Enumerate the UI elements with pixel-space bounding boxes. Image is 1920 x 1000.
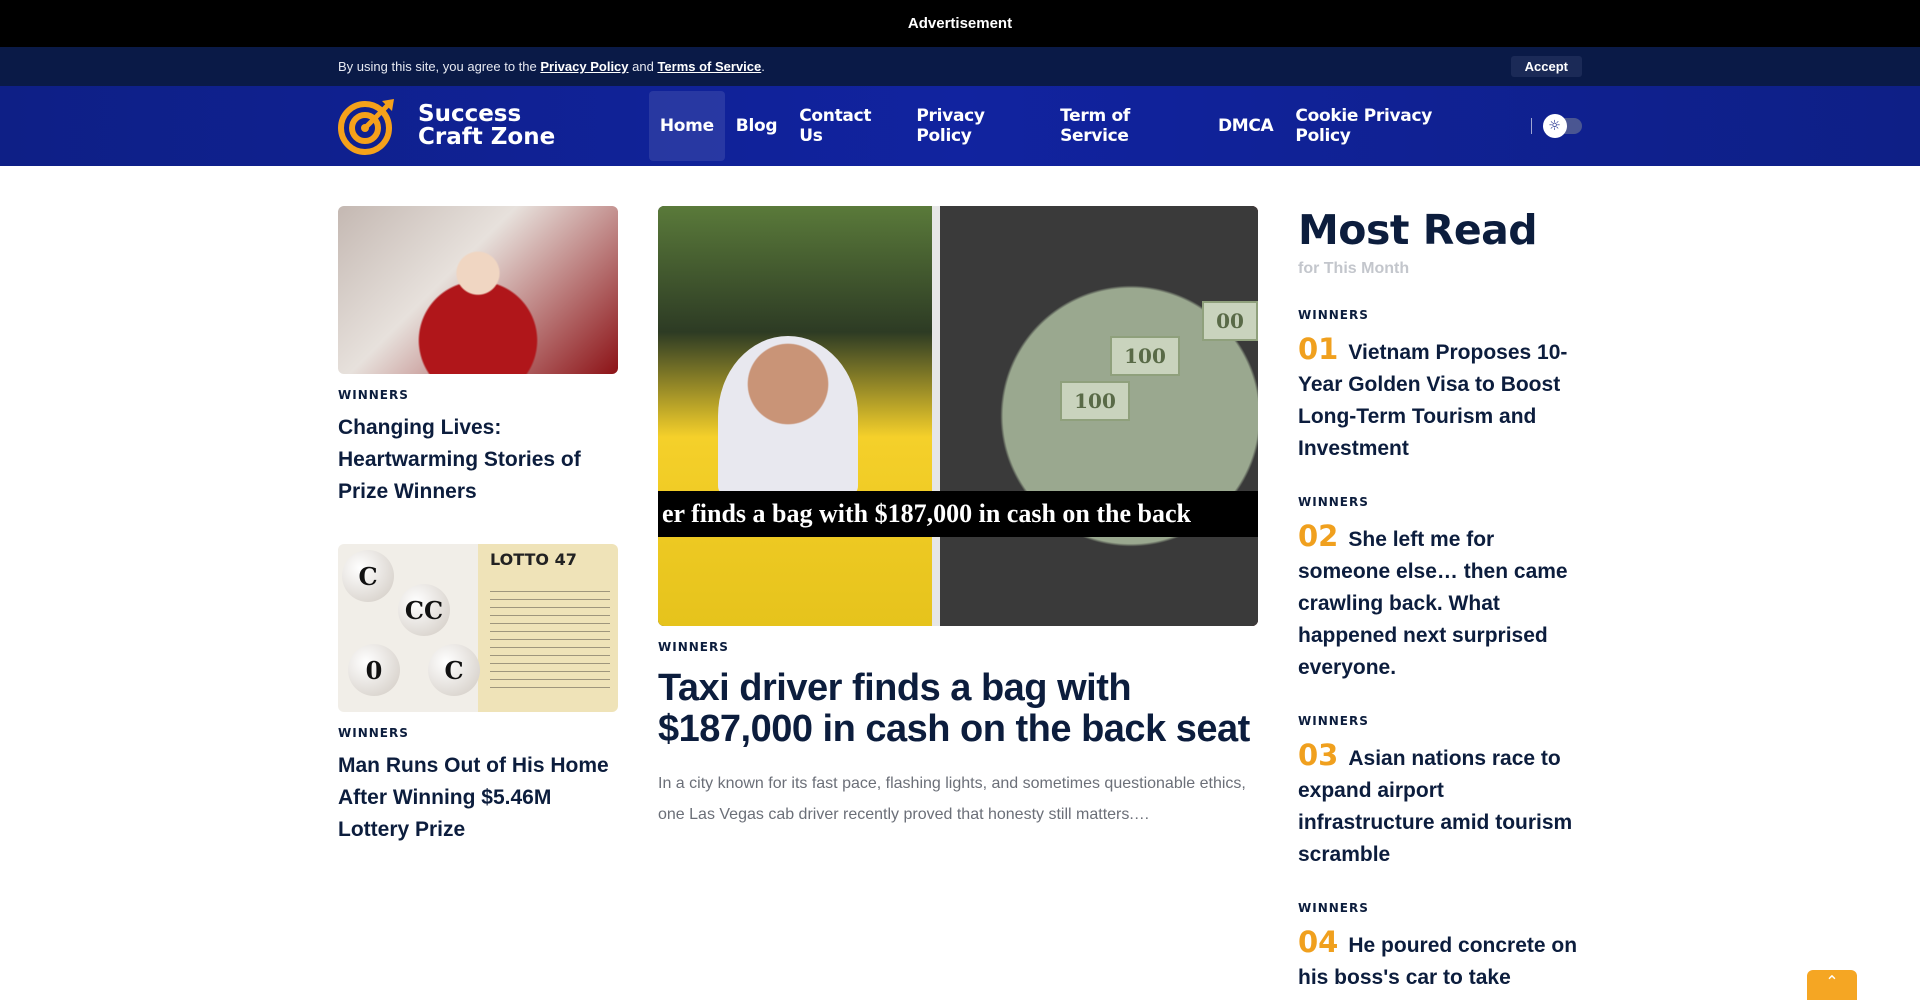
most-read-headline[interactable]: She left me for someone else… then came … bbox=[1298, 528, 1568, 679]
category-label[interactable]: WINNERS bbox=[1298, 308, 1582, 322]
lottery-ball: 0 bbox=[348, 644, 400, 696]
nav-item-blog[interactable]: Blog bbox=[725, 91, 788, 161]
nav-item-contact-us[interactable]: Contact Us bbox=[788, 91, 905, 161]
main-nav: Home Blog Contact Us Privacy Policy Term… bbox=[648, 91, 1493, 161]
most-read-title: Most Read bbox=[1298, 206, 1538, 254]
nav-divider bbox=[1530, 118, 1532, 134]
most-read-title-link[interactable]: 04 He poured concrete on his boss's car t… bbox=[1298, 925, 1582, 994]
advertisement-label: Advertisement bbox=[907, 15, 1013, 32]
featured-title[interactable]: Taxi driver finds a bag with $187,000 in… bbox=[658, 668, 1258, 750]
rank-number: 02 bbox=[1298, 519, 1339, 553]
article-card[interactable]: C CC 0 C LOTTO 47 WINNERS Man Runs Out o… bbox=[338, 544, 618, 846]
most-read-item[interactable]: WINNERS 03 Asian nations race to expand a… bbox=[1298, 714, 1582, 871]
image-divider bbox=[932, 206, 940, 626]
article-thumbnail[interactable]: C CC 0 C LOTTO 47 bbox=[338, 544, 618, 712]
lottery-ball: C bbox=[342, 550, 394, 602]
nav-item-term-of-service[interactable]: Term of Service bbox=[1049, 91, 1207, 161]
consent-text: By using this site, you agree to the Pri… bbox=[338, 59, 765, 74]
left-column: WINNERS Changing Lives: Heartwarming Sto… bbox=[338, 206, 618, 994]
category-label[interactable]: WINNERS bbox=[1298, 714, 1582, 728]
featured-image[interactable]: 100 100 00 er finds a bag with $187,000 … bbox=[658, 206, 1258, 626]
scroll-to-top-button[interactable]: ⌃ bbox=[1807, 970, 1857, 1000]
sun-icon: ☼ bbox=[1542, 114, 1567, 138]
category-label[interactable]: WINNERS bbox=[1298, 495, 1582, 509]
most-read-item[interactable]: WINNERS 02 She left me for someone else… … bbox=[1298, 495, 1582, 684]
category-label[interactable]: WINNERS bbox=[658, 640, 1258, 654]
chevron-up-icon: ⌃ bbox=[1825, 972, 1839, 991]
banknote: 00 bbox=[1202, 301, 1258, 341]
lottery-ball: CC bbox=[398, 584, 450, 636]
main-content: WINNERS Changing Lives: Heartwarming Sto… bbox=[338, 206, 1582, 994]
rank-number: 03 bbox=[1298, 738, 1339, 772]
accept-button[interactable]: Accept bbox=[1510, 56, 1582, 77]
nav-item-privacy-policy[interactable]: Privacy Policy bbox=[905, 91, 1049, 161]
most-read-title-link[interactable]: 02 She left me for someone else… then cam… bbox=[1298, 519, 1582, 684]
most-read-item[interactable]: WINNERS 01 Vietnam Proposes 10-Year Golde… bbox=[1298, 308, 1582, 465]
taxi-driver-photo bbox=[658, 206, 932, 626]
most-read-title-link[interactable]: 03 Asian nations race to expand airport i… bbox=[1298, 738, 1582, 871]
lottery-ball: C bbox=[428, 644, 480, 696]
banknote: 100 bbox=[1060, 381, 1130, 421]
article-thumbnail[interactable] bbox=[338, 206, 618, 374]
most-read-headline[interactable]: Asian nations race to expand airport inf… bbox=[1298, 747, 1572, 866]
advertisement-bar: Advertisement bbox=[0, 0, 1920, 47]
most-read-item[interactable]: WINNERS 04 He poured concrete on his boss… bbox=[1298, 901, 1582, 994]
most-read-headline[interactable]: Vietnam Proposes 10-Year Golden Visa to … bbox=[1298, 341, 1567, 460]
category-label[interactable]: WINNERS bbox=[1298, 901, 1582, 915]
featured-excerpt: In a city known for its fast pace, flash… bbox=[658, 775, 1246, 823]
logo-text: Success Craft Zone bbox=[418, 103, 555, 149]
image-caption: er finds a bag with $187,000 in cash on … bbox=[658, 491, 1258, 537]
category-label[interactable]: WINNERS bbox=[338, 388, 618, 402]
most-read-subtitle: for This Month bbox=[1298, 260, 1410, 277]
article-title[interactable]: Changing Lives: Heartwarming Stories of … bbox=[338, 412, 618, 508]
most-read-sidebar: Most Read for This Month WINNERS 01 Vietn… bbox=[1298, 206, 1582, 994]
category-label[interactable]: WINNERS bbox=[338, 726, 618, 740]
consent-suffix: . bbox=[761, 59, 765, 74]
rank-number: 04 bbox=[1298, 925, 1339, 959]
rank-number: 01 bbox=[1298, 332, 1339, 366]
site-header: Success Craft Zone Home Blog Contact Us … bbox=[0, 86, 1920, 166]
featured-column: 100 100 00 er finds a bag with $187,000 … bbox=[658, 206, 1258, 994]
most-read-title-link[interactable]: 01 Vietnam Proposes 10-Year Golden Visa t… bbox=[1298, 332, 1582, 465]
terms-of-service-link[interactable]: Terms of Service bbox=[657, 59, 761, 74]
nav-item-dmca[interactable]: DMCA bbox=[1207, 91, 1284, 161]
lottery-ticket-title: LOTTO 47 bbox=[490, 550, 577, 569]
article-title[interactable]: Man Runs Out of His Home After Winning $… bbox=[338, 750, 618, 846]
consent-middle: and bbox=[628, 59, 658, 74]
driver-figure bbox=[718, 336, 858, 496]
consent-prefix: By using this site, you agree to the bbox=[338, 59, 541, 74]
logo-line-2: Craft Zone bbox=[418, 124, 556, 150]
privacy-policy-link[interactable]: Privacy Policy bbox=[540, 59, 628, 74]
nav-item-cookie-privacy-policy[interactable]: Cookie Privacy Policy bbox=[1284, 91, 1492, 161]
lottery-ticket bbox=[490, 584, 610, 694]
nav-item-home[interactable]: Home bbox=[648, 91, 725, 161]
target-logo-icon bbox=[338, 99, 394, 155]
article-card[interactable]: WINNERS Changing Lives: Heartwarming Sto… bbox=[338, 206, 618, 508]
banknote: 100 bbox=[1110, 336, 1180, 376]
theme-toggle[interactable]: ☼ bbox=[1542, 114, 1583, 138]
site-logo[interactable]: Success Craft Zone bbox=[338, 97, 627, 155]
logo-line-1: Success bbox=[418, 101, 522, 127]
consent-bar: By using this site, you agree to the Pri… bbox=[0, 47, 1920, 86]
most-read-headline[interactable]: He poured concrete on his boss's car to … bbox=[1298, 934, 1577, 989]
cash-bag-photo: 100 100 00 bbox=[940, 206, 1258, 626]
